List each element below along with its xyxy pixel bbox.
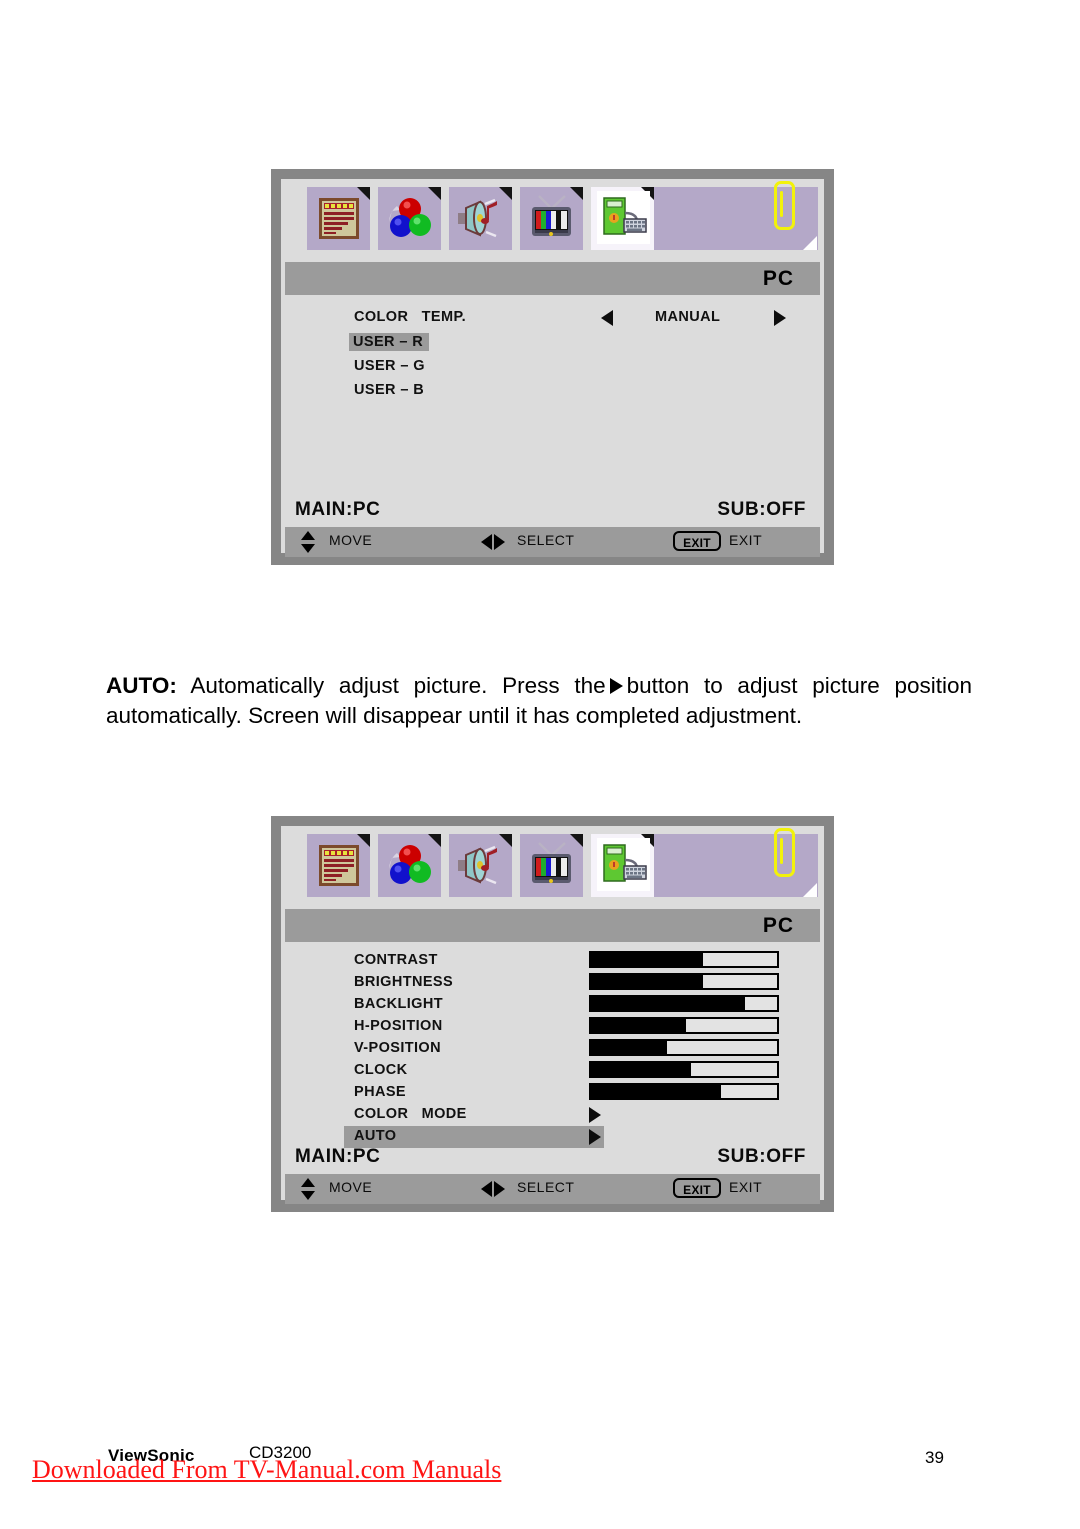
sidebar-item-pc[interactable] <box>591 187 654 250</box>
menu-row-contrast[interactable]: CONTRAST <box>281 950 824 972</box>
slider-contrast[interactable] <box>589 951 779 968</box>
osd-tab-strip <box>281 828 824 902</box>
osd-status-line: MAIN:PC SUB:OFF <box>281 1146 824 1172</box>
menu-row-auto[interactable]: AUTO <box>344 1126 604 1148</box>
document-icon <box>312 839 365 892</box>
osd-hint-bar: MOVE SELECT EXIT EXIT <box>285 1174 820 1204</box>
slider-phase[interactable] <box>589 1083 779 1100</box>
menu-label: AUTO <box>354 1128 397 1144</box>
rgb-balls-icon <box>383 839 436 892</box>
hint-select-label: SELECT <box>517 532 575 548</box>
right-triangle-icon <box>609 677 623 694</box>
tv-colorbars-icon <box>525 192 578 245</box>
speaker-music-icon <box>454 839 507 892</box>
menu-value: MANUAL <box>655 309 721 325</box>
osd-hint-bar: MOVE SELECT EXIT EXIT <box>285 527 820 557</box>
paperclip-icon <box>774 828 795 877</box>
right-triangle-icon[interactable] <box>589 1129 601 1145</box>
menu-row-color-mode[interactable]: COLOR MODE <box>281 1104 824 1126</box>
osd-menu-color-temp: COLOR TEMP. MANUAL USER – R USER – G USE… <box>281 307 824 404</box>
slider-backlight[interactable] <box>589 995 779 1012</box>
speaker-music-icon <box>454 192 507 245</box>
menu-row-brightness[interactable]: BRIGHTNESS <box>281 972 824 994</box>
menu-row-phase[interactable]: PHASE <box>281 1082 824 1104</box>
document-icon <box>312 192 365 245</box>
menu-row-v-position[interactable]: V-POSITION <box>281 1038 824 1060</box>
osd-menu-pc: CONTRAST BRIGHTNESS BACKLIGHT H-POSITION… <box>281 950 824 1148</box>
main-source-label: MAIN:PC <box>295 499 381 520</box>
menu-label: H-POSITION <box>354 1018 443 1034</box>
sidebar-item-document[interactable] <box>307 187 370 250</box>
hint-exit-label: EXIT <box>729 1179 763 1195</box>
rgb-balls-icon <box>383 192 436 245</box>
menu-label: CONTRAST <box>354 952 438 968</box>
osd-tab-strip <box>281 181 824 255</box>
osd-title: PC <box>285 262 820 295</box>
menu-row-user-r[interactable]: USER – R <box>281 332 824 356</box>
menu-row-color-temp[interactable]: COLOR TEMP. MANUAL <box>281 307 824 332</box>
left-triangle-icon[interactable] <box>601 310 613 326</box>
exit-key-icon[interactable]: EXIT <box>673 1178 721 1198</box>
hint-move-label: MOVE <box>329 532 373 548</box>
osd-body: PC CONTRAST BRIGHTNESS BACKLIGHT H-POSIT… <box>281 826 824 1204</box>
left-right-arrows-icon <box>481 1181 505 1197</box>
up-down-arrows-icon <box>301 1178 315 1200</box>
main-source-label: MAIN:PC <box>295 1146 381 1167</box>
menu-label: V-POSITION <box>354 1040 441 1056</box>
osd-panel-pc-menu: PC CONTRAST BRIGHTNESS BACKLIGHT H-POSIT… <box>271 816 834 1212</box>
osd-body: PC COLOR TEMP. MANUAL USER – R USER – G … <box>281 179 824 557</box>
osd-status-line: MAIN:PC SUB:OFF <box>281 499 824 525</box>
right-triangle-icon[interactable] <box>774 310 786 326</box>
osd-panel-color-temp: PC COLOR TEMP. MANUAL USER – R USER – G … <box>271 169 834 565</box>
sidebar-item-color[interactable] <box>378 187 441 250</box>
menu-row-backlight[interactable]: BACKLIGHT <box>281 994 824 1016</box>
right-triangle-icon[interactable] <box>589 1107 601 1123</box>
pc-computer-icon <box>597 191 650 244</box>
menu-label: BACKLIGHT <box>354 996 443 1012</box>
paperclip-icon <box>774 181 795 230</box>
exit-key-icon[interactable]: EXIT <box>673 531 721 551</box>
menu-label: BRIGHTNESS <box>354 974 454 990</box>
menu-row-user-g[interactable]: USER – G <box>281 356 824 380</box>
page-fold-icon <box>803 236 817 250</box>
menu-label: PHASE <box>354 1084 406 1100</box>
auto-description-paragraph: AUTO: Automatically adjust picture. Pres… <box>106 671 972 731</box>
auto-text-before: Automatically adjust picture. Press the <box>176 672 606 698</box>
sidebar-item-audio[interactable] <box>449 834 512 897</box>
osd-title: PC <box>285 909 820 942</box>
menu-label: USER – R <box>349 333 430 351</box>
sub-source-label: SUB:OFF <box>717 1146 806 1167</box>
menu-row-clock[interactable]: CLOCK <box>281 1060 824 1082</box>
tv-colorbars-icon <box>525 839 578 892</box>
page-fold-icon <box>803 883 817 897</box>
sidebar-item-pc[interactable] <box>591 834 654 897</box>
hint-move-label: MOVE <box>329 1179 373 1195</box>
sidebar-item-color[interactable] <box>378 834 441 897</box>
slider-clock[interactable] <box>589 1061 779 1078</box>
download-watermark: Downloaded From TV-Manual.com Manuals <box>32 1455 502 1484</box>
sidebar-item-document[interactable] <box>307 834 370 897</box>
up-down-arrows-icon <box>301 531 315 553</box>
menu-label: USER – G <box>354 358 425 374</box>
slider-v-position[interactable] <box>589 1039 779 1056</box>
auto-term: AUTO: <box>106 672 177 698</box>
sidebar-item-tv[interactable] <box>520 187 583 250</box>
menu-row-h-position[interactable]: H-POSITION <box>281 1016 824 1038</box>
sidebar-item-audio[interactable] <box>449 187 512 250</box>
menu-row-user-b[interactable]: USER – B <box>281 380 824 404</box>
sub-source-label: SUB:OFF <box>717 499 806 520</box>
pc-computer-icon <box>597 838 650 891</box>
left-right-arrows-icon <box>481 534 505 550</box>
slider-brightness[interactable] <box>589 973 779 990</box>
menu-label: COLOR TEMP. <box>354 309 467 325</box>
page-number: 39 <box>925 1448 944 1467</box>
hint-exit-label: EXIT <box>729 532 763 548</box>
menu-label: USER – B <box>354 382 425 398</box>
sidebar-item-tv[interactable] <box>520 834 583 897</box>
menu-label: CLOCK <box>354 1062 408 1078</box>
slider-h-position[interactable] <box>589 1017 779 1034</box>
menu-label: COLOR MODE <box>354 1106 467 1122</box>
hint-select-label: SELECT <box>517 1179 575 1195</box>
